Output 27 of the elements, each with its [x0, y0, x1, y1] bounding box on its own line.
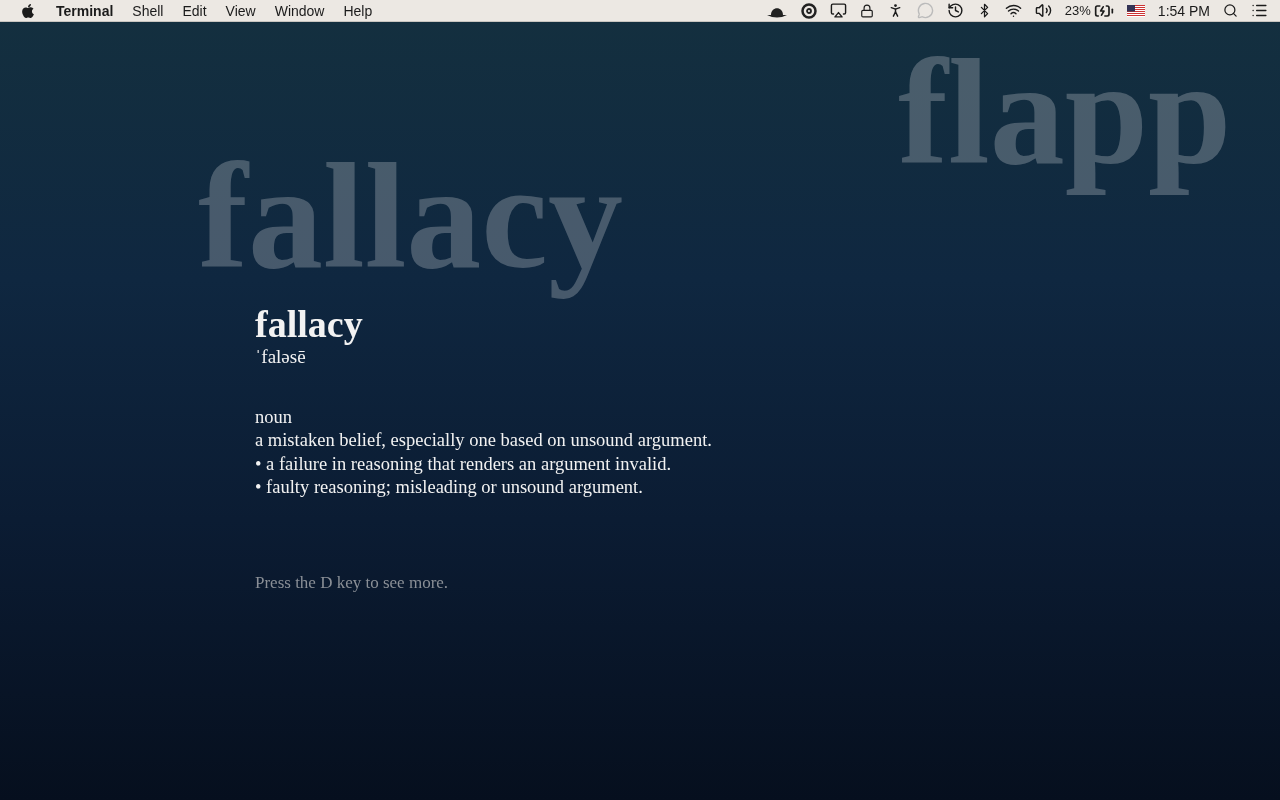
list-icon[interactable] [1251, 2, 1268, 19]
spiral-icon[interactable] [800, 2, 817, 19]
wifi-icon[interactable] [1004, 2, 1022, 19]
battery-percentage[interactable]: 23% [1064, 3, 1091, 18]
hint-text: Press the D key to see more. [255, 572, 450, 593]
search-icon[interactable] [1223, 3, 1238, 18]
definition: a mistaken belief, especially one based on unsound argument. [255, 429, 712, 453]
menu-item[interactable]: Window [274, 2, 325, 19]
flag-icon[interactable] [1126, 4, 1145, 17]
menu-item[interactable]: Edit [182, 2, 207, 19]
definition: • faulty reasoning; misleading or unsound argument. [255, 476, 644, 500]
pronunciation: ˈfaləsē [255, 345, 307, 368]
airplay-icon[interactable] [829, 2, 847, 19]
lock-icon[interactable] [859, 3, 874, 18]
background-word: fallacy [197, 132, 624, 301]
apple-logo-icon[interactable] [20, 2, 36, 19]
definition: • a failure in reasoning that renders an argument invalid. [255, 452, 673, 476]
clock[interactable]: 1:54 PM [1157, 2, 1210, 19]
menu-item[interactable]: Help [343, 2, 373, 19]
background-word: flapp [897, 28, 1233, 197]
volume-icon[interactable] [1034, 2, 1052, 19]
menu-item[interactable]: View [225, 2, 256, 19]
part-of-speech: noun [255, 405, 293, 429]
app-menu[interactable]: Terminal [56, 2, 114, 19]
clock-history-icon[interactable] [946, 2, 964, 19]
word-title: fallacy [255, 304, 364, 346]
menu-item[interactable]: Shell [132, 2, 164, 19]
